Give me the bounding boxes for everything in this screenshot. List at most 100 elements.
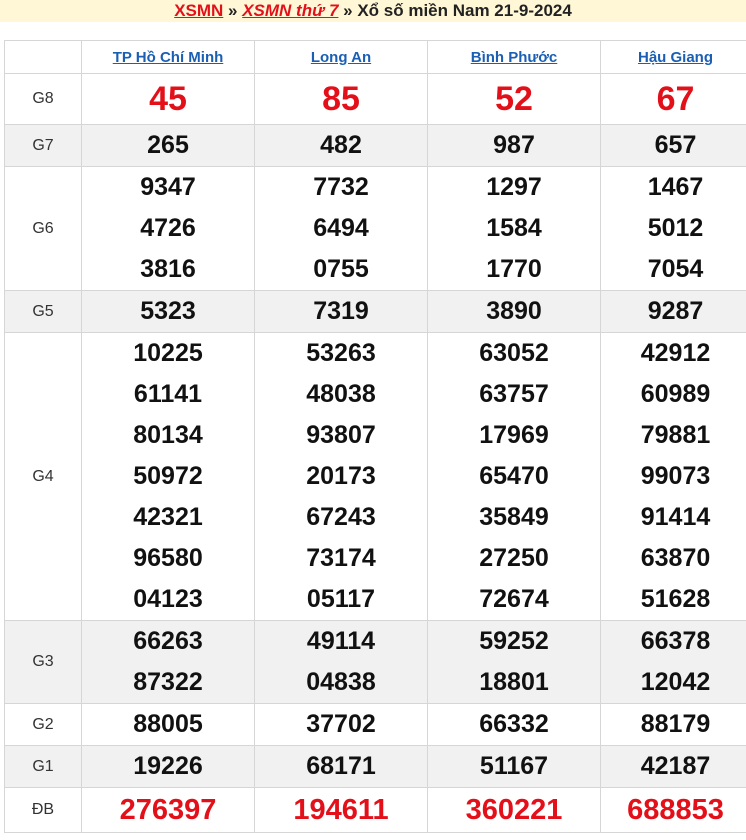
prize-cell: 265 [81, 124, 255, 167]
prize-cell: 1467 5012 7054 [600, 166, 746, 291]
results-table: TP Hồ Chí Minh Long An Bình Phước Hậu Gi… [4, 40, 746, 833]
prize-number: 265 [147, 131, 189, 159]
prize-row-g1: G1 19226 68171 51167 42187 [4, 745, 746, 788]
prize-number: 3816 [140, 255, 196, 283]
prize-number: 66263 [133, 627, 203, 655]
breadcrumb-link-xsmn-saturday[interactable]: XSMN thứ 7 [242, 1, 338, 20]
prize-cell: 657 [600, 124, 746, 167]
breadcrumb-link-xsmn[interactable]: XSMN [174, 1, 223, 20]
prize-number: 5323 [140, 297, 196, 325]
prize-label: G1 [4, 745, 82, 788]
prize-cell: 88179 [600, 703, 746, 746]
prize-number: 60989 [640, 380, 711, 408]
prize-number: 42912 [640, 339, 711, 367]
prize-number: 4726 [140, 214, 196, 242]
province-link-long-an[interactable]: Long An [254, 40, 428, 74]
prize-cell: 59252 18801 [427, 620, 601, 704]
prize-number: 66332 [479, 710, 549, 738]
prize-number: 63052 [479, 339, 549, 367]
prize-cell: 67 [600, 73, 746, 125]
header-corner [4, 40, 82, 74]
prize-number: 68171 [306, 752, 376, 780]
prize-number: 10225 [133, 339, 203, 367]
prize-cell: 88005 [81, 703, 255, 746]
province-header-row: TP Hồ Chí Minh Long An Bình Phước Hậu Gi… [4, 40, 746, 74]
prize-number: 1584 [486, 214, 542, 242]
prize-number: 67 [656, 80, 695, 118]
prize-cell: 19226 [81, 745, 255, 788]
prize-label: G6 [4, 166, 82, 291]
prize-number: 35849 [479, 503, 549, 531]
prize-cell: 42912 60989 79881 99073 91414 63870 51628 [600, 332, 746, 621]
prize-number: 48038 [306, 380, 376, 408]
prize-row-g3: G3 66263 87322 49114 04838 59252 18801 66378 120… [4, 620, 746, 704]
prize-number: 72674 [479, 585, 549, 613]
prize-cell: 66263 87322 [81, 620, 255, 704]
province-link-tp-ho-chi-minh[interactable]: TP Hồ Chí Minh [81, 40, 255, 74]
prize-number: 1467 [647, 173, 704, 201]
prize-cell: 42187 [600, 745, 746, 788]
province-link-binh-phuoc[interactable]: Bình Phước [427, 40, 601, 74]
prize-number: 67243 [306, 503, 376, 531]
prize-number: 42321 [133, 503, 203, 531]
prize-number: 1770 [486, 255, 542, 283]
prize-table-body: G8 45 85 52 67 G7 265 482 987 657 G6 9347 4726 3816 77… [4, 73, 746, 833]
prize-number: 51167 [479, 752, 549, 780]
prize-cell: 51167 [427, 745, 601, 788]
prize-number: 93807 [306, 421, 376, 449]
breadcrumb-separator: » [223, 1, 243, 20]
prize-row-g2: G2 88005 37702 66332 88179 [4, 703, 746, 746]
prize-cell: 66332 [427, 703, 601, 746]
prize-number: 987 [493, 131, 535, 159]
prize-number: 53263 [306, 339, 376, 367]
prize-cell: 7319 [254, 290, 428, 333]
prize-number: 87322 [133, 668, 203, 696]
prize-number: 17969 [479, 421, 549, 449]
prize-cell: 49114 04838 [254, 620, 428, 704]
prize-number: 7054 [647, 255, 704, 283]
prize-number: 88179 [640, 710, 711, 738]
prize-cell: 45 [81, 73, 255, 125]
prize-number: 51628 [640, 585, 711, 613]
prize-cell: 9347 4726 3816 [81, 166, 255, 291]
prize-row-g4: G4 10225 61141 80134 50972 42321 96580 04123 532… [4, 332, 746, 621]
prize-number: 5012 [647, 214, 704, 242]
prize-number: 91414 [640, 503, 711, 531]
prize-number: 52 [495, 80, 533, 118]
prize-cell: 360221 [427, 787, 601, 833]
prize-number: 63757 [479, 380, 549, 408]
prize-number: 73174 [306, 544, 376, 572]
prize-number: 657 [654, 131, 697, 159]
prize-cell: 194611 [254, 787, 428, 833]
prize-cell: 7732 6494 0755 [254, 166, 428, 291]
prize-number: 37702 [306, 710, 376, 738]
prize-cell: 63052 63757 17969 65470 35849 27250 72674 [427, 332, 601, 621]
province-link-hau-giang[interactable]: Hậu Giang [600, 40, 746, 74]
prize-row-db: ĐB 276397 194611 360221 688853 [4, 787, 746, 833]
prize-number: 3890 [486, 297, 542, 325]
prize-number: 482 [320, 131, 362, 159]
prize-number: 688853 [627, 794, 724, 826]
results-container: TP Hồ Chí Minh Long An Bình Phước Hậu Gi… [0, 22, 746, 833]
prize-cell: 85 [254, 73, 428, 125]
prize-number: 360221 [465, 794, 563, 826]
prize-number: 0755 [313, 255, 369, 283]
prize-number: 194611 [293, 794, 389, 826]
prize-row-g8: G8 45 85 52 67 [4, 73, 746, 125]
prize-number: 6494 [313, 214, 369, 242]
prize-number: 19226 [133, 752, 203, 780]
prize-label: G5 [4, 290, 82, 333]
prize-number: 42187 [640, 752, 711, 780]
prize-number: 50972 [133, 462, 203, 490]
prize-cell: 3890 [427, 290, 601, 333]
prize-number: 12042 [640, 668, 711, 696]
breadcrumb: XSMN » XSMN thứ 7 » Xổ số miền Nam 21-9-… [0, 0, 746, 22]
prize-number: 99073 [640, 462, 711, 490]
prize-label: ĐB [4, 787, 82, 833]
prize-label: G4 [4, 332, 82, 621]
prize-label: G8 [4, 73, 82, 125]
prize-cell: 37702 [254, 703, 428, 746]
breadcrumb-separator: » [338, 1, 358, 20]
prize-number: 61141 [133, 380, 203, 408]
page-title: Xổ số miền Nam 21-9-2024 [357, 1, 572, 20]
